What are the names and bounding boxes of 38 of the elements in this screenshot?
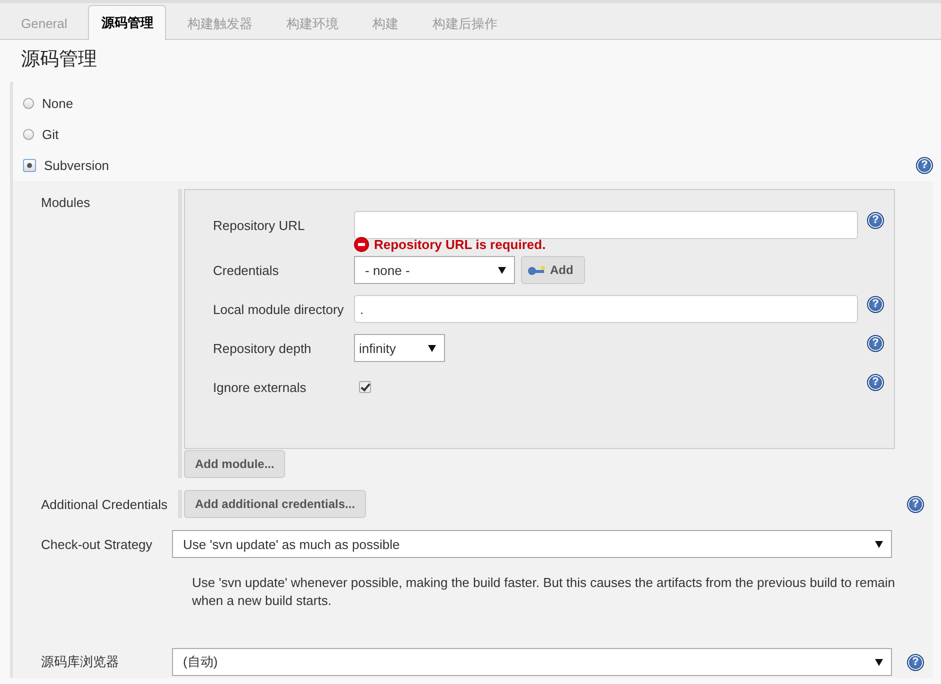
dropdown[interactable]: infinity: [354, 334, 445, 362]
text-field[interactable]: .: [354, 295, 858, 323]
strategy-description: Use 'svn update' whenever possible, making the build faster. But this causes the artifacts from the previous build to remain when a new build starts.: [191, 574, 896, 610]
section-title: 源码管理: [20, 48, 98, 72]
add-button[interactable]: Add: [521, 256, 585, 284]
field-label: Additional Credentials: [40, 496, 168, 512]
field-label: Modules: [40, 194, 92, 210]
dropdown[interactable]: Use 'svn update' as much as possible: [172, 530, 892, 558]
field-label: Check-out Strategy: [40, 536, 154, 552]
help-icon[interactable]: ?: [867, 296, 884, 313]
radio-button[interactable]: [23, 98, 34, 109]
tab[interactable]: 源码管理: [88, 5, 166, 40]
error-icon: [354, 237, 369, 252]
help-icon[interactable]: ?: [867, 335, 884, 352]
radio-label[interactable]: Subversion: [44, 158, 110, 173]
radio-label[interactable]: Git: [42, 127, 59, 142]
add-credentials-button[interactable]: Add additional credentials...: [184, 490, 366, 518]
dropdown[interactable]: (自动): [172, 648, 892, 676]
help-icon[interactable]: ?: [907, 654, 924, 670]
field-label: Credentials: [213, 262, 280, 278]
field-label: Local module directory: [213, 302, 345, 316]
help-icon[interactable]: ?: [867, 212, 884, 229]
help-icon[interactable]: ?: [867, 374, 884, 391]
radio-button[interactable]: [23, 129, 34, 140]
error-message: Repository URL is required.: [374, 237, 546, 252]
key-icon: [528, 265, 546, 275]
radio-label[interactable]: None: [42, 96, 74, 111]
text-field[interactable]: [354, 211, 858, 239]
field-label: 源码库浏览器: [40, 653, 120, 671]
field-label: Repository depth: [213, 340, 312, 356]
help-icon[interactable]: ?: [916, 157, 933, 174]
dropdown[interactable]: - none -: [354, 256, 515, 284]
field-label: Repository URL: [213, 218, 306, 232]
checkbox[interactable]: [359, 381, 371, 393]
add-module-button[interactable]: Add module...: [184, 450, 286, 478]
help-icon[interactable]: ?: [907, 496, 924, 512]
radio-button[interactable]: [23, 159, 36, 172]
field-label: Ignore externals: [213, 380, 308, 394]
